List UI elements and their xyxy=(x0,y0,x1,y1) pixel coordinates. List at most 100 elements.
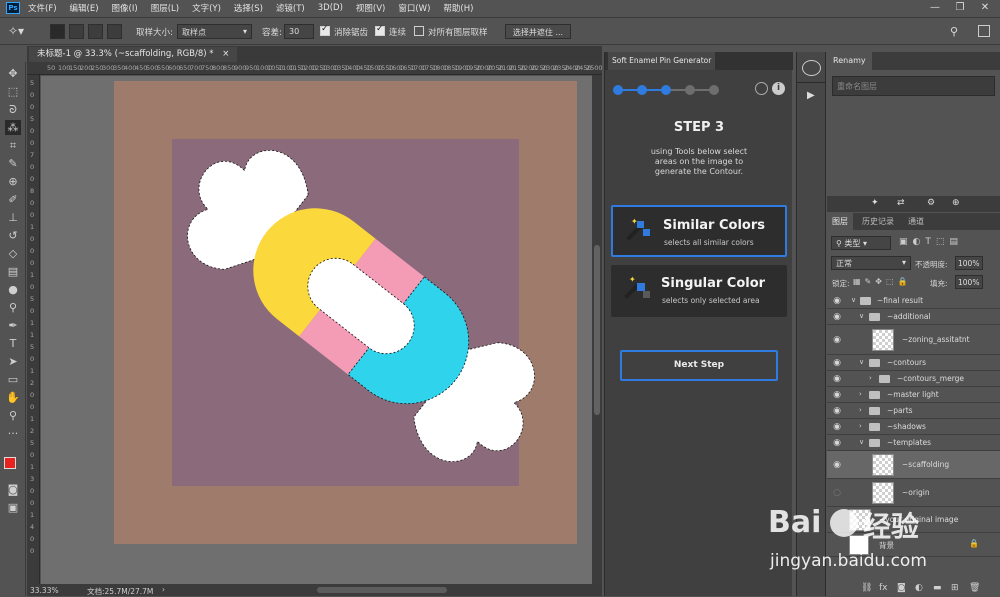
renamy-tab[interactable]: Renamy xyxy=(827,52,872,70)
layer-filter-icons[interactable]: ▣◐T⬚▤ xyxy=(899,237,963,247)
layer-row-original-image[interactable]: ~your original image xyxy=(827,507,1000,533)
chevron-right-icon[interactable]: › xyxy=(859,390,862,398)
play-icon[interactable]: ▶ xyxy=(807,90,815,101)
more-tools-icon[interactable]: ··· xyxy=(5,426,21,441)
chevron-down-icon[interactable]: ∨ xyxy=(859,438,864,446)
gradient-tool-icon[interactable]: ▤ xyxy=(5,264,21,279)
lock-icons[interactable]: ▦✎✥⬚🔒 xyxy=(853,277,911,286)
link-layers-icon[interactable]: ⛓ xyxy=(861,583,872,593)
menu-view[interactable]: 视图(V) xyxy=(356,2,385,14)
menu-window[interactable]: 窗口(W) xyxy=(398,2,430,14)
antialias-checkbox[interactable] xyxy=(320,24,330,36)
singular-color-button[interactable]: ✦ Singular Color selects only selected a… xyxy=(611,265,787,317)
pen-tool-icon[interactable]: ✒ xyxy=(5,318,21,333)
layer-row-zoning-assistant[interactable]: ◉ ~zoning_assitatnt xyxy=(827,325,1000,355)
chevron-down-icon[interactable]: ∨ xyxy=(859,312,864,320)
menu-select[interactable]: 选择(S) xyxy=(234,2,263,14)
minimize-icon[interactable]: — xyxy=(925,1,945,15)
next-step-button[interactable]: Next Step xyxy=(620,350,778,381)
healing-brush-tool-icon[interactable]: ⊕ xyxy=(5,174,21,189)
adjustment-layer-icon[interactable]: ◐ xyxy=(915,583,923,593)
contiguous-checkbox[interactable] xyxy=(375,24,385,36)
eye-icon[interactable]: ◉ xyxy=(832,358,842,368)
shuffle-icon[interactable]: ⇄ xyxy=(897,198,905,208)
layer-row-templates[interactable]: ◉ ∨ ~templates xyxy=(827,435,1000,451)
layer-row-shadows[interactable]: ◉ › ~shadows xyxy=(827,419,1000,435)
delete-layer-icon[interactable]: 🗑 xyxy=(969,583,980,593)
lasso-tool-icon[interactable]: ᘐ xyxy=(5,102,21,117)
layer-row-contours-merge[interactable]: ◉ › ~contours_merge xyxy=(827,371,1000,387)
creative-cloud-icon[interactable] xyxy=(802,60,821,76)
layer-row-background[interactable]: 背景 🔒 xyxy=(827,533,1000,557)
hand-tool-icon[interactable]: ✋ xyxy=(5,390,21,405)
subtract-selection-icon[interactable] xyxy=(88,24,103,39)
fill-input[interactable]: 100% xyxy=(955,275,983,289)
eraser-tool-icon[interactable]: ◇ xyxy=(5,246,21,261)
eye-icon[interactable]: ◉ xyxy=(832,335,842,345)
quick-mask-icon[interactable]: ◙ xyxy=(5,482,21,497)
layer-style-icon[interactable]: fx xyxy=(879,583,888,593)
eye-icon[interactable]: ◉ xyxy=(832,406,842,416)
layer-row-additional[interactable]: ◉ ∨ ~additional xyxy=(827,309,1000,325)
similar-colors-button[interactable]: ✦ Similar Colors selects all similar col… xyxy=(611,205,787,257)
sample-size-select[interactable]: 取样点 ▾ xyxy=(177,24,252,39)
rename-layer-input[interactable]: 重命名图层 xyxy=(832,76,995,96)
dodge-tool-icon[interactable]: ⚲ xyxy=(5,300,21,315)
history-brush-tool-icon[interactable]: ↺ xyxy=(5,228,21,243)
opacity-input[interactable]: 100% xyxy=(955,256,983,270)
add-selection-icon[interactable] xyxy=(69,24,84,39)
menu-type[interactable]: 文字(Y) xyxy=(192,2,221,14)
rectangle-tool-icon[interactable]: ▭ xyxy=(5,372,21,387)
tab-history[interactable]: 历史记录 xyxy=(857,213,899,230)
layer-row-origin[interactable]: ○ ~origin xyxy=(827,479,1000,507)
chevron-right-icon[interactable]: › xyxy=(859,406,862,414)
menu-filter[interactable]: 滤镜(T) xyxy=(276,2,305,14)
layer-filter-select[interactable]: ⚲ 类型 ▾ xyxy=(831,236,891,250)
settings-gear-icon[interactable]: ⚙ xyxy=(927,198,935,208)
layer-mask-icon[interactable]: ◙ xyxy=(897,583,906,593)
scroll-thumb[interactable] xyxy=(594,245,600,415)
sample-all-checkbox[interactable] xyxy=(414,26,424,36)
chevron-down-icon[interactable]: ∨ xyxy=(851,296,856,304)
menu-file[interactable]: 文件(F) xyxy=(28,2,57,14)
menu-3d[interactable]: 3D(D) xyxy=(318,3,343,13)
tab-channels[interactable]: 通道 xyxy=(903,213,929,230)
search-icon[interactable]: ⚲ xyxy=(950,25,958,38)
select-and-mask-button[interactable]: 选择并遮住 ... xyxy=(505,24,571,39)
eye-icon[interactable]: ◉ xyxy=(832,374,842,384)
new-group-icon[interactable]: ▬ xyxy=(933,583,942,593)
crop-tool-icon[interactable]: ⌗ xyxy=(5,138,21,153)
horizontal-scroll-thumb[interactable] xyxy=(317,587,447,593)
eye-icon[interactable]: ◉ xyxy=(832,422,842,432)
eyedropper-tool-icon[interactable]: ✎ xyxy=(5,156,21,171)
layer-row-scaffolding[interactable]: ◉ ~scaffolding xyxy=(827,451,1000,479)
path-selection-tool-icon[interactable]: ➤ xyxy=(5,354,21,369)
menu-image[interactable]: 图像(I) xyxy=(112,2,138,14)
marquee-tool-icon[interactable]: ⬚ xyxy=(5,84,21,99)
eye-hidden-icon[interactable]: ○ xyxy=(832,488,842,498)
globe-icon[interactable] xyxy=(755,82,768,95)
move-tool-icon[interactable]: ✥ xyxy=(5,66,21,81)
eye-icon[interactable]: ◉ xyxy=(832,296,842,306)
type-tool-icon[interactable]: T xyxy=(5,336,21,351)
vertical-scrollbar[interactable] xyxy=(592,75,602,584)
eye-icon[interactable]: ◉ xyxy=(832,438,842,448)
eye-icon[interactable]: ◉ xyxy=(832,460,842,470)
new-layer-icon[interactable]: ⊞ xyxy=(951,583,959,593)
close-tab-icon[interactable]: × xyxy=(222,49,229,59)
chevron-right-icon[interactable]: › xyxy=(859,422,862,430)
layer-row-parts[interactable]: ◉ › ~parts xyxy=(827,403,1000,419)
eye-icon[interactable]: ◉ xyxy=(832,390,842,400)
zoom-tool-icon[interactable]: ⚲ xyxy=(5,408,21,423)
document-tab[interactable]: 未标题-1 @ 33.3% (~scaffolding, RGB/8) * × xyxy=(29,47,238,62)
tab-layers[interactable]: 图层 xyxy=(827,213,853,230)
menu-help[interactable]: 帮助(H) xyxy=(443,2,473,14)
chevron-down-icon[interactable]: ∨ xyxy=(859,358,864,366)
layer-row-master-light[interactable]: ◉ › ~master light xyxy=(827,387,1000,403)
workspace-icon[interactable] xyxy=(978,25,990,37)
plugin-tab[interactable]: Soft Enamel Pin Generator xyxy=(608,52,716,70)
zoom-level[interactable]: 33.33% xyxy=(30,586,59,595)
close-icon[interactable]: ✕ xyxy=(975,1,995,15)
screen-mode-icon[interactable]: ▣ xyxy=(5,500,21,515)
add-icon[interactable]: ⊕ xyxy=(952,198,960,208)
